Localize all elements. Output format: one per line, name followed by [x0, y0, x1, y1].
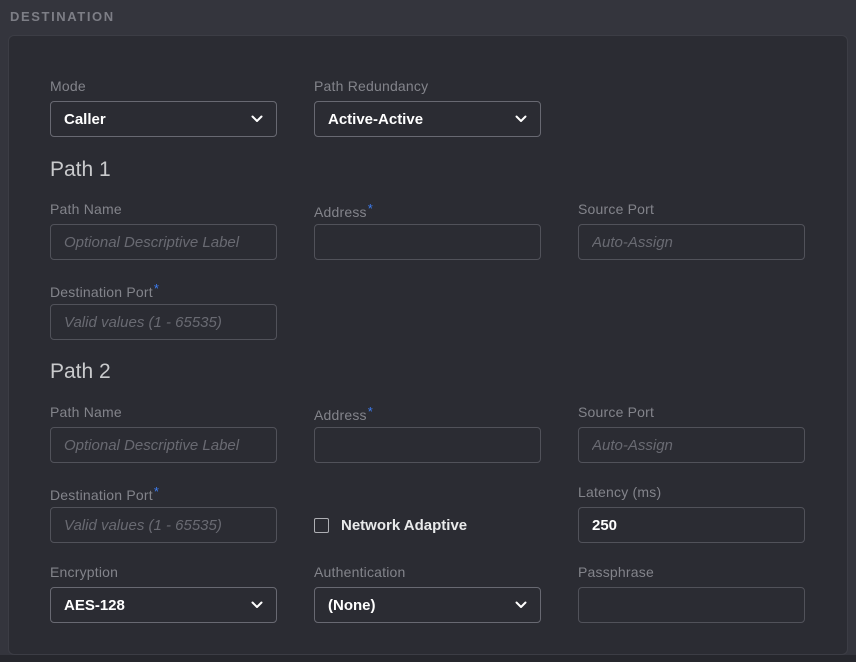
network-adaptive-label: Network Adaptive [341, 517, 467, 534]
chevron-down-icon [515, 115, 527, 123]
path1-path-name-field: Path Name [50, 202, 277, 260]
field-label: Mode [50, 79, 277, 93]
field-label: Latency (ms) [578, 485, 805, 499]
path1-source-port-input[interactable] [578, 224, 805, 260]
field-label: Address* [314, 405, 541, 419]
path-redundancy-select[interactable]: Active-Active [314, 101, 541, 137]
path2-row2: Destination Port* Network Adaptive Laten… [50, 485, 807, 543]
path1-path-name-input[interactable] [50, 224, 277, 260]
latency-input[interactable] [578, 507, 805, 543]
field-label: Source Port [578, 202, 805, 216]
path1-destination-port-field: Destination Port* [50, 282, 277, 340]
path1-row1: Path Name Address* Source Port [50, 202, 807, 260]
network-adaptive-field: Network Adaptive [314, 485, 541, 543]
general-row: Mode Caller Path Redundancy Active-Activ… [50, 79, 807, 137]
field-label: Passphrase [578, 565, 805, 579]
field-label: Authentication [314, 565, 541, 579]
path1-address-field: Address* [314, 202, 541, 260]
path2-source-port-field: Source Port [578, 405, 805, 463]
path2-path-name-field: Path Name [50, 405, 277, 463]
field-label: Address* [314, 202, 541, 216]
latency-field: Latency (ms) [578, 485, 805, 543]
mode-field: Mode Caller [50, 79, 277, 137]
required-marker: * [154, 484, 159, 499]
passphrase-field: Passphrase [578, 565, 805, 623]
path2-heading: Path 2 [50, 360, 807, 384]
path2-destination-port-input[interactable] [50, 507, 277, 543]
encryption-select[interactable]: AES-128 [50, 587, 277, 623]
path-redundancy-field: Path Redundancy Active-Active [314, 79, 541, 137]
path2-address-field: Address* [314, 405, 541, 463]
chevron-down-icon [251, 115, 263, 123]
mode-select[interactable]: Caller [50, 101, 277, 137]
field-label: Source Port [578, 405, 805, 419]
path2-source-port-input[interactable] [578, 427, 805, 463]
encryption-select-value: AES-128 [64, 597, 125, 614]
field-label: Destination Port* [50, 282, 277, 296]
chevron-down-icon [515, 601, 527, 609]
path1-row2: Destination Port* [50, 282, 807, 340]
page-background-strip [0, 655, 856, 662]
field-label: Encryption [50, 565, 277, 579]
chevron-down-icon [251, 601, 263, 609]
security-row: Encryption AES-128 Authentication (None)… [50, 565, 807, 623]
path2-address-input[interactable] [314, 427, 541, 463]
passphrase-input[interactable] [578, 587, 805, 623]
authentication-field: Authentication (None) [314, 565, 541, 623]
required-marker: * [368, 201, 373, 216]
field-label: Destination Port* [50, 485, 277, 499]
path2-row1: Path Name Address* Source Port [50, 405, 807, 463]
field-label: Path Name [50, 202, 277, 216]
path2-destination-port-field: Destination Port* [50, 485, 277, 543]
path1-address-input[interactable] [314, 224, 541, 260]
field-label: Path Redundancy [314, 79, 541, 93]
path-redundancy-select-value: Active-Active [328, 111, 423, 128]
path1-heading: Path 1 [50, 158, 807, 182]
path2-path-name-input[interactable] [50, 427, 277, 463]
mode-select-value: Caller [64, 111, 106, 128]
field-label: Path Name [50, 405, 277, 419]
authentication-select[interactable]: (None) [314, 587, 541, 623]
network-adaptive-checkbox[interactable] [314, 518, 329, 533]
authentication-select-value: (None) [328, 597, 376, 614]
required-marker: * [368, 404, 373, 419]
path1-destination-port-input[interactable] [50, 304, 277, 340]
path1-source-port-field: Source Port [578, 202, 805, 260]
destination-panel: Mode Caller Path Redundancy Active-Activ… [8, 35, 848, 655]
section-title: DESTINATION [10, 9, 115, 24]
encryption-field: Encryption AES-128 [50, 565, 277, 623]
required-marker: * [154, 281, 159, 296]
